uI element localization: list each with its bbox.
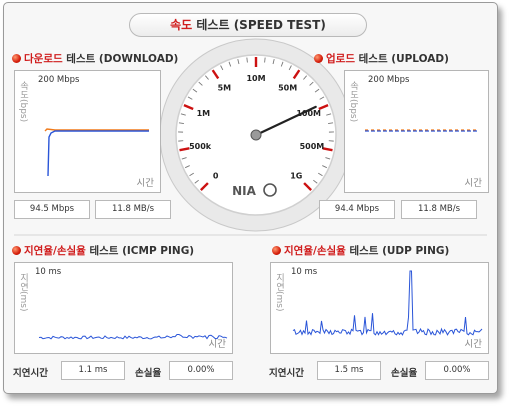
- upload-heading: 업로드 테스트 (UPLOAD): [314, 51, 449, 66]
- udp-series: [292, 270, 483, 336]
- gauge-label-500k: 500k: [189, 142, 212, 151]
- download-blue-line: [47, 130, 149, 177]
- gauge-label-10m: 10M: [246, 74, 265, 83]
- download-mbs-value: 11.8 MB/s: [95, 200, 171, 219]
- bullet-icon: [12, 246, 21, 255]
- udp-latency-value: 1.5 ms: [317, 361, 381, 380]
- download-series: [44, 128, 149, 177]
- udp-heading: 지연율/손실율 테스트 (UDP PING): [272, 243, 449, 258]
- speed-test-panel: 0 500k 1M 5M 10M 50M 100M 500M 1G NIA 속도 테스트 (SP…: [3, 2, 498, 394]
- upload-mbps-value: 94.4 Mbps: [319, 200, 395, 219]
- gauge-hub: [250, 129, 262, 141]
- icmp-loss-label: 손실율: [135, 368, 162, 379]
- gauge-label-50m: 50M: [278, 84, 297, 93]
- page-title: 속도 테스트 (SPEED TEST): [129, 13, 367, 37]
- udp-latency-line: [292, 270, 483, 336]
- icmp-latency-label: 지연시간: [13, 368, 48, 379]
- gauge-label-1g: 1G: [290, 171, 302, 180]
- udp-loss-label: 손실율: [391, 368, 418, 379]
- download-mbps-value: 94.5 Mbps: [14, 200, 90, 219]
- gauge-minor-tick: [246, 57, 248, 63]
- upload-mbs-value: 11.8 MB/s: [401, 200, 477, 219]
- udp-loss-value: 0.00%: [425, 361, 489, 380]
- udp-latency-label: 지연시간: [269, 368, 304, 379]
- upload-series: [365, 129, 478, 132]
- udp-chart: 지연(ms) 10 ms 시간: [270, 262, 489, 354]
- icmp-loss-value: 0.00%: [169, 361, 233, 380]
- gauge-minor-tick: [264, 57, 266, 63]
- bullet-icon: [272, 246, 281, 255]
- gauge-label-0: 0: [213, 171, 219, 180]
- download-chart: 속도(bps) 200 Mbps 시간: [14, 70, 161, 193]
- gauge-label-1m: 1M: [197, 109, 211, 118]
- icmp-series: [38, 334, 228, 340]
- download-heading: 다운로드 테스트 (DOWNLOAD): [12, 51, 178, 66]
- bullet-icon: [12, 54, 21, 63]
- icmp-latency-line: [38, 334, 228, 340]
- icmp-chart: 지연(ms) 10 ms 시간: [14, 262, 233, 354]
- gauge-label-5m: 5M: [218, 84, 232, 93]
- upload-chart: 속도(bps) 200 Mbps 시간: [344, 70, 489, 193]
- nia-logo: NIA: [232, 184, 257, 198]
- gauge-label-500m: 500M: [300, 142, 325, 151]
- icmp-latency-value: 1.1 ms: [61, 361, 125, 380]
- icmp-heading: 지연율/손실율 테스트 (ICMP PING): [12, 243, 194, 258]
- bullet-icon: [314, 54, 323, 63]
